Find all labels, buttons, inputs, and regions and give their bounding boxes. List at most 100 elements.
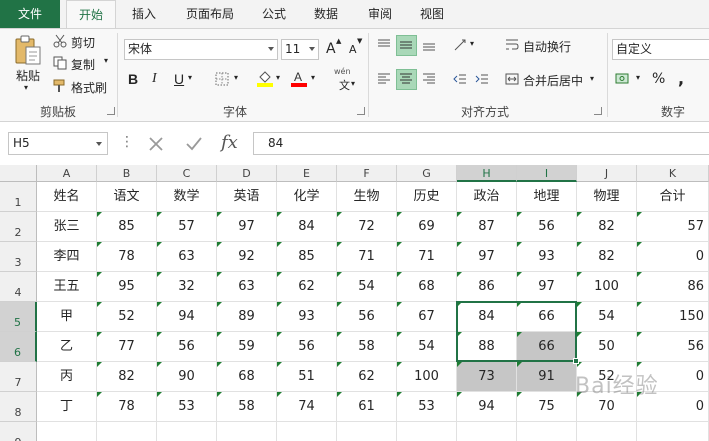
table-cell[interactable]: 32 [157, 272, 217, 302]
shrink-font-button[interactable]: A [349, 43, 357, 56]
formula-input[interactable]: 84 [253, 132, 709, 155]
table-cell[interactable] [337, 422, 397, 441]
font-launcher-icon[interactable] [357, 107, 365, 115]
merge-center-button[interactable]: 合并后居中 [523, 72, 583, 89]
column-header-e[interactable]: E [277, 165, 337, 182]
italic-button[interactable]: I [152, 71, 157, 87]
table-cell[interactable]: 87 [457, 212, 517, 242]
table-cell[interactable]: 丁 [37, 392, 97, 422]
table-cell[interactable] [397, 422, 457, 441]
table-cell[interactable] [97, 422, 157, 441]
table-cell[interactable]: 86 [457, 272, 517, 302]
table-cell[interactable]: 61 [337, 392, 397, 422]
table-cell[interactable]: 54 [577, 302, 637, 332]
table-cell[interactable]: 94 [157, 302, 217, 332]
header-cell[interactable]: 姓名 [37, 182, 97, 212]
column-header-j[interactable]: J [577, 165, 637, 182]
decrease-indent-icon[interactable] [452, 71, 468, 87]
enter-check-icon[interactable] [184, 135, 204, 153]
row-header-3[interactable]: 3 [0, 242, 37, 272]
insert-function-button[interactable]: fx [221, 132, 238, 153]
table-cell[interactable]: 56 [637, 332, 709, 362]
align-right-icon[interactable] [421, 71, 437, 87]
table-cell[interactable]: 93 [277, 302, 337, 332]
clipboard-launcher-icon[interactable] [107, 107, 115, 115]
table-cell[interactable]: 56 [337, 302, 397, 332]
table-cell[interactable]: 丙 [37, 362, 97, 392]
table-cell[interactable]: 52 [97, 302, 157, 332]
table-cell[interactable]: 53 [397, 392, 457, 422]
table-cell[interactable]: 63 [157, 242, 217, 272]
column-header-k[interactable]: K [637, 165, 709, 182]
table-cell[interactable] [517, 422, 577, 441]
table-cell[interactable] [157, 422, 217, 441]
borders-dropdown-icon[interactable]: ▾ [234, 73, 238, 82]
fill-handle[interactable] [573, 358, 579, 364]
copy-icon[interactable] [52, 55, 68, 71]
tab-formulas[interactable]: 公式 [256, 0, 292, 28]
table-cell[interactable]: 100 [397, 362, 457, 392]
table-cell[interactable]: 66 [517, 302, 577, 332]
orientation-icon[interactable] [452, 37, 468, 53]
cut-button[interactable]: 剪切 [71, 34, 95, 51]
table-cell[interactable]: 62 [337, 362, 397, 392]
table-cell[interactable]: 57 [637, 212, 709, 242]
row-header-6[interactable]: 6 [0, 332, 37, 362]
row-header-1[interactable]: 1 [0, 182, 37, 212]
table-cell[interactable] [37, 422, 97, 441]
table-cell[interactable]: 100 [577, 272, 637, 302]
font-color-dropdown-icon[interactable]: ▾ [311, 73, 315, 82]
table-cell[interactable]: 71 [337, 242, 397, 272]
table-cell[interactable] [277, 422, 337, 441]
table-cell[interactable]: 91 [517, 362, 577, 392]
font-name-select[interactable]: 宋体 [124, 39, 278, 60]
table-cell[interactable]: 67 [397, 302, 457, 332]
column-header-f[interactable]: F [337, 165, 397, 182]
orientation-dropdown-icon[interactable]: ▾ [470, 39, 474, 48]
table-cell[interactable]: 54 [397, 332, 457, 362]
alignment-launcher-icon[interactable] [594, 107, 602, 115]
phonetic-dropdown-icon[interactable]: ▾ [351, 79, 355, 88]
table-cell[interactable]: 97 [457, 242, 517, 272]
table-cell[interactable]: 97 [217, 212, 277, 242]
row-header-4[interactable]: 4 [0, 272, 37, 302]
currency-dropdown-icon[interactable]: ▾ [636, 73, 640, 82]
table-cell[interactable]: 乙 [37, 332, 97, 362]
percent-button[interactable]: % [652, 71, 665, 87]
cancel-icon[interactable] [146, 135, 166, 153]
fill-color-icon[interactable] [256, 69, 274, 87]
header-cell[interactable]: 合计 [637, 182, 709, 212]
table-cell[interactable]: 90 [157, 362, 217, 392]
tab-review[interactable]: 审阅 [362, 0, 398, 28]
merge-dropdown-icon[interactable]: ▾ [590, 74, 594, 83]
table-cell[interactable]: 73 [457, 362, 517, 392]
column-header-a[interactable]: A [37, 165, 97, 182]
align-bottom-icon[interactable] [421, 37, 437, 53]
font-size-select[interactable]: 11 [281, 39, 319, 60]
table-cell[interactable] [577, 422, 637, 441]
table-cell[interactable]: 84 [457, 302, 517, 332]
tab-file[interactable]: 文件 [0, 0, 60, 28]
table-cell[interactable]: 92 [217, 242, 277, 272]
tab-insert[interactable]: 插入 [124, 0, 164, 28]
table-cell[interactable]: 77 [97, 332, 157, 362]
table-cell[interactable]: 66 [517, 332, 577, 362]
table-cell[interactable]: 68 [217, 362, 277, 392]
table-cell[interactable]: 95 [97, 272, 157, 302]
table-cell[interactable]: 56 [517, 212, 577, 242]
table-cell[interactable]: 85 [277, 242, 337, 272]
table-cell[interactable]: 56 [157, 332, 217, 362]
table-cell[interactable]: 93 [517, 242, 577, 272]
table-cell[interactable]: 59 [217, 332, 277, 362]
table-cell[interactable] [217, 422, 277, 441]
row-header-5[interactable]: 5 [0, 302, 37, 332]
header-cell[interactable]: 地理 [517, 182, 577, 212]
table-cell[interactable]: 88 [457, 332, 517, 362]
table-cell[interactable]: 李四 [37, 242, 97, 272]
column-header-g[interactable]: G [397, 165, 457, 182]
paste-dropdown-icon[interactable]: ▾ [24, 83, 28, 92]
column-header-c[interactable]: C [157, 165, 217, 182]
select-all-corner[interactable] [0, 165, 37, 182]
table-cell[interactable]: 张三 [37, 212, 97, 242]
merge-center-icon[interactable] [504, 71, 520, 87]
